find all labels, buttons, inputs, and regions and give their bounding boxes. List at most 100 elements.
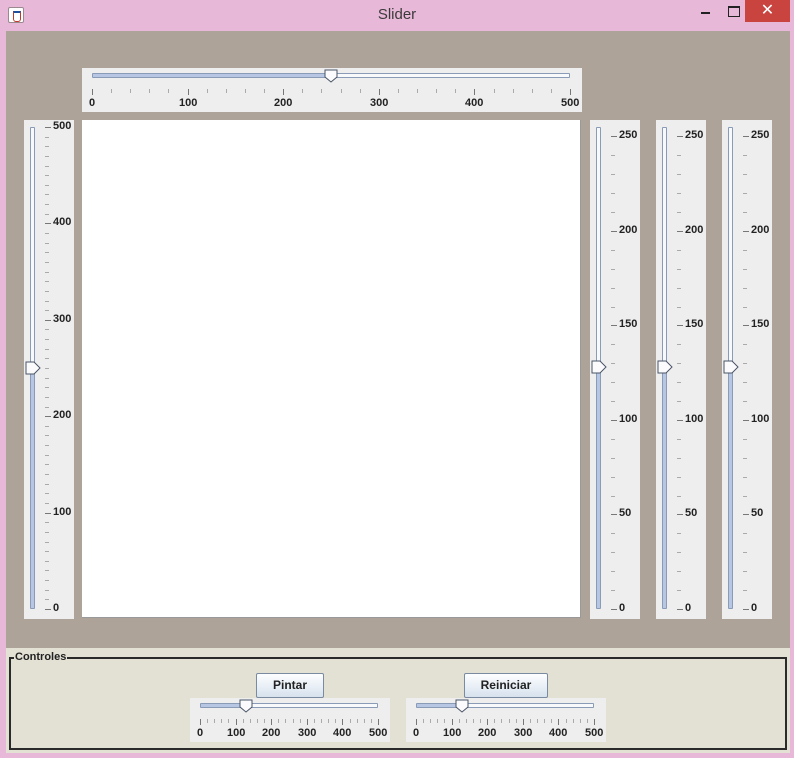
color-slider-2-major-tick xyxy=(677,420,683,421)
size-slider-thumb[interactable] xyxy=(324,69,338,83)
controls-slider-right-minor-tick xyxy=(459,719,460,723)
color-slider-3-minor-tick xyxy=(743,533,747,534)
color-slider-1-minor-tick xyxy=(611,571,615,572)
controls-slider-right-minor-tick xyxy=(530,719,531,723)
color-slider-3[interactable]: 0 50 100 150 200 250 xyxy=(722,120,772,619)
vertical-slider-minor-tick xyxy=(45,542,49,543)
drawing-canvas[interactable] xyxy=(82,120,581,618)
color-slider-3-minor-tick xyxy=(743,571,747,572)
color-slider-2-tick-label: 100 xyxy=(685,413,704,425)
color-slider-2-minor-tick xyxy=(677,458,681,459)
size-slider-major-tick xyxy=(474,89,475,95)
color-slider-3-minor-tick xyxy=(743,344,747,345)
color-slider-2-tick-label: 200 xyxy=(685,224,704,236)
controls-slider-left-minor-tick xyxy=(300,719,301,723)
color-slider-1-minor-tick xyxy=(611,288,615,289)
color-slider-1-minor-tick xyxy=(611,477,615,478)
color-slider-2-minor-tick xyxy=(677,382,681,383)
controls-slider-left-minor-tick xyxy=(257,719,258,723)
controls-slider-left-minor-tick xyxy=(228,719,229,723)
controls-border xyxy=(9,657,787,750)
vertical-slider[interactable]: 0 100 200 300 400 500 xyxy=(24,120,74,619)
vertical-slider-minor-tick xyxy=(45,484,49,485)
controls-slider-right-major-tick xyxy=(452,719,453,725)
color-slider-1-thumb[interactable] xyxy=(591,360,607,374)
color-slider-2-major-tick xyxy=(677,514,683,515)
minimize-button[interactable] xyxy=(690,0,720,22)
controls-slider-right-major-tick xyxy=(523,719,524,725)
color-slider-1-minor-tick xyxy=(611,307,615,308)
vertical-slider-minor-tick xyxy=(45,407,49,408)
controls-slider-right-tick-label: 200 xyxy=(478,727,497,739)
color-slider-2-minor-tick xyxy=(677,439,681,440)
vertical-slider-minor-tick xyxy=(45,590,49,591)
vertical-slider-thumb[interactable] xyxy=(25,361,41,375)
controls-slider-right-thumb[interactable] xyxy=(455,699,469,713)
vertical-slider-minor-tick xyxy=(45,204,49,205)
size-slider-major-tick xyxy=(92,89,93,95)
controls-slider-right-tick-label: 500 xyxy=(585,727,604,739)
controls-slider-right-minor-tick xyxy=(430,719,431,723)
color-slider-1-minor-tick xyxy=(611,382,615,383)
controls-slider-left-tick-label: 400 xyxy=(333,727,352,739)
color-slider-2-thumb[interactable] xyxy=(657,360,673,374)
controls-slider-left[interactable]: 0 100 200 300 400 500 xyxy=(190,698,390,742)
controls-slider-left-minor-tick xyxy=(243,719,244,723)
vertical-slider-minor-tick xyxy=(45,522,49,523)
close-button[interactable]: ✕ xyxy=(745,0,790,22)
size-slider-track-fill xyxy=(93,74,331,77)
vertical-slider-major-tick xyxy=(45,223,51,224)
controls-slider-left-track[interactable] xyxy=(200,703,378,708)
color-slider-3-minor-tick xyxy=(743,439,747,440)
vertical-slider-major-tick xyxy=(45,127,51,128)
color-slider-2-minor-tick xyxy=(677,533,681,534)
size-slider[interactable]: 0 100 200 300 400 500 xyxy=(82,68,582,112)
size-slider-major-tick xyxy=(283,89,284,95)
paint-button[interactable]: Pintar xyxy=(256,673,324,698)
maximize-button[interactable] xyxy=(718,0,748,22)
vertical-slider-minor-tick xyxy=(45,329,49,330)
controls-slider-left-thumb[interactable] xyxy=(239,699,253,713)
vertical-slider-minor-tick xyxy=(45,561,49,562)
reset-button[interactable]: Reiniciar xyxy=(464,673,548,698)
controls-slider-left-minor-tick xyxy=(293,719,294,723)
color-slider-3-minor-tick xyxy=(743,552,747,553)
color-slider-1-minor-tick xyxy=(611,401,615,402)
vertical-slider-tick-label: 500 xyxy=(53,120,72,132)
controls-slider-right-tick-label: 0 xyxy=(413,727,420,739)
color-slider-3-minor-tick xyxy=(743,288,747,289)
color-slider-2[interactable]: 0 50 100 150 200 250 xyxy=(656,120,706,619)
color-slider-2-minor-tick xyxy=(677,269,681,270)
vertical-slider-minor-tick xyxy=(45,580,49,581)
controls-slider-right-track[interactable] xyxy=(416,703,594,708)
color-slider-1-minor-tick xyxy=(611,212,615,213)
controls-slider-left-minor-tick xyxy=(264,719,265,723)
color-slider-3-thumb[interactable] xyxy=(723,360,739,374)
size-slider-minor-tick xyxy=(455,89,456,93)
color-slider-1[interactable]: 0 50 100 150 200 250 xyxy=(590,120,640,619)
color-slider-1-tick-label: 200 xyxy=(619,224,638,236)
color-slider-1-minor-tick xyxy=(611,458,615,459)
controls-slider-left-minor-tick xyxy=(285,719,286,723)
size-slider-minor-tick xyxy=(168,89,169,93)
color-slider-1-minor-tick xyxy=(611,533,615,534)
size-slider-minor-tick xyxy=(264,89,265,93)
controls-slider-right[interactable]: 0 100 200 300 400 500 xyxy=(406,698,606,742)
color-slider-2-tick-label: 0 xyxy=(685,602,692,614)
size-slider-minor-tick xyxy=(551,89,552,93)
size-slider-minor-tick xyxy=(111,89,112,93)
size-slider-minor-tick xyxy=(398,89,399,93)
controls-slider-right-major-tick xyxy=(594,719,595,725)
color-slider-1-minor-tick xyxy=(611,590,615,591)
controls-slider-right-minor-tick xyxy=(544,719,545,723)
vertical-slider-minor-tick xyxy=(45,243,49,244)
color-slider-2-minor-tick xyxy=(677,155,681,156)
window-title: Slider xyxy=(377,6,417,23)
vertical-slider-minor-tick xyxy=(45,272,49,273)
color-slider-2-minor-tick xyxy=(677,571,681,572)
controls-slider-left-tick-label: 300 xyxy=(298,727,317,739)
controls-slider-right-minor-tick xyxy=(423,719,424,723)
controls-slider-left-tick-label: 500 xyxy=(369,727,388,739)
vertical-slider-minor-tick xyxy=(45,339,49,340)
vertical-slider-track-fill xyxy=(31,368,34,608)
